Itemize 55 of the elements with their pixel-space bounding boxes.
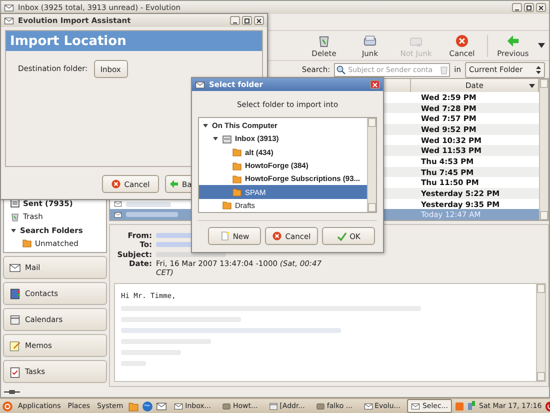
- envelope-icon: [4, 2, 14, 12]
- application-icon: [316, 402, 325, 410]
- folder-icon: [22, 238, 32, 248]
- connection-icon: [4, 389, 20, 395]
- maximize-button[interactable]: [524, 3, 534, 12]
- blurred-text: [126, 212, 178, 218]
- envelope-icon: [4, 16, 14, 26]
- maximize-icon: [526, 4, 532, 10]
- clipboard-icon: [9, 366, 21, 378]
- spinner-arrows-icon: [536, 66, 541, 74]
- minimize-button[interactable]: [512, 3, 522, 12]
- new-document-icon: [220, 231, 230, 241]
- cancel-icon: [455, 34, 469, 48]
- close-icon: [256, 18, 262, 24]
- minimize-button[interactable]: [230, 16, 240, 25]
- close-button[interactable]: [254, 16, 264, 25]
- envelope-icon: [114, 210, 122, 219]
- folder-icon: [232, 187, 242, 198]
- close-icon: [538, 4, 544, 10]
- left-arrow-icon: [169, 179, 179, 189]
- envelope-stack-icon: [363, 34, 377, 48]
- page-heading: Import Location: [10, 34, 126, 48]
- ubuntu-logo-icon[interactable]: [2, 400, 13, 412]
- envelope-icon: [364, 402, 373, 410]
- trash-icon: [317, 34, 331, 48]
- cancel-icon: [111, 179, 122, 189]
- application-icon: [222, 402, 231, 410]
- sort-arrow-icon: [529, 84, 535, 88]
- calendar-icon: [9, 314, 21, 326]
- folder-icon: [232, 147, 242, 158]
- folder-icon: [128, 400, 140, 412]
- network-icon: [467, 401, 476, 411]
- close-button[interactable]: [536, 3, 546, 12]
- envelope-icon: [411, 402, 420, 410]
- close-icon: [372, 82, 378, 88]
- overflow-arrow-icon[interactable]: [538, 43, 545, 48]
- window-icon: [268, 402, 278, 410]
- trash-icon: [10, 212, 20, 222]
- left-arrow-icon: [506, 34, 520, 48]
- envelope-icon: [156, 400, 168, 412]
- inbox-icon: [222, 134, 232, 144]
- blurred-text: [126, 202, 171, 207]
- envelope-icon: [9, 262, 21, 274]
- globe-icon[interactable]: [142, 400, 154, 412]
- maximize-button[interactable]: [242, 16, 252, 25]
- folder-icon: [232, 160, 242, 171]
- envelope-icon: [174, 402, 184, 410]
- search-icon: [336, 64, 346, 74]
- maximize-icon: [244, 18, 250, 24]
- folder-icon: [222, 200, 232, 210]
- tray-icon: [455, 402, 464, 410]
- address-book-icon: [9, 288, 21, 300]
- envelope-icon: [195, 80, 205, 90]
- notepad-icon: [9, 340, 21, 352]
- cancel-icon: [272, 231, 282, 241]
